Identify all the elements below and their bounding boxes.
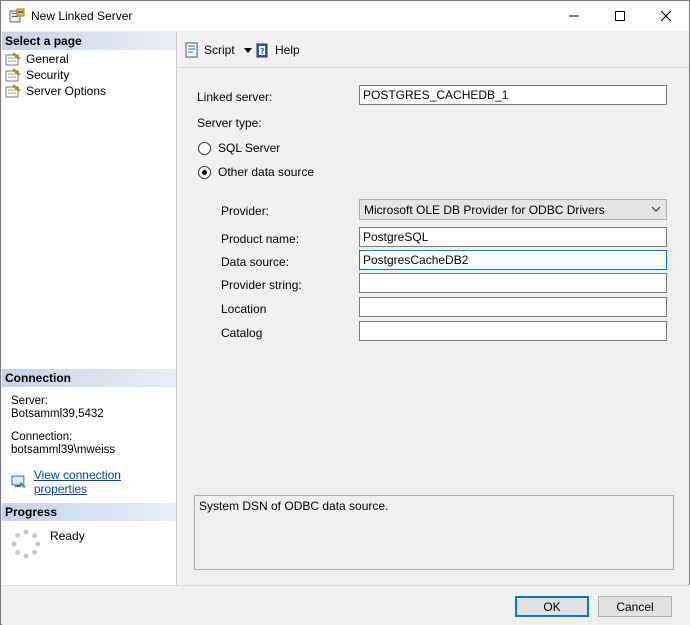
radio-circle-selected [198,165,211,179]
general-page-content: Linked server: Server type: SQL Server O… [178,69,689,585]
help-book-icon: ? [256,43,268,58]
window-title: New Linked Server [31,9,133,23]
provider-string-input[interactable] [359,273,667,293]
close-icon [661,11,671,21]
catalog-label: Catalog [221,326,263,340]
minimize-icon [569,15,579,17]
progress-status: Ready [50,529,85,543]
connection-header: Connection [2,369,176,387]
title-bar[interactable]: New Linked Server [1,1,689,31]
page-item-label: Server Options [26,84,107,98]
location-label: Location [221,302,267,316]
help-label: Help [275,43,300,57]
product-name-label: Product name: [221,232,300,246]
page-wrench-icon [5,52,21,66]
page-wrench-icon [5,68,21,82]
description-box: System DSN of ODBC data source. [194,495,674,570]
server-value: Botsamml39,5432 [11,408,104,420]
product-name-input[interactable] [359,227,667,247]
connection-properties-icon [11,475,26,488]
radio-circle [198,141,211,155]
left-panel: Select a page General Security Server Op… [2,32,177,585]
view-connection-properties[interactable]: View connection properties [11,468,176,496]
script-button[interactable]: Script [184,40,252,60]
script-icon [185,42,198,58]
page-item-general[interactable]: General [5,51,69,67]
provider-string-label: Provider string: [221,278,302,292]
page-item-label: General [26,52,69,66]
linked-server-app-icon [9,8,25,23]
other-data-source-radio-label: Other data source [218,165,315,179]
new-linked-server-window: New Linked Server Select a page General [0,0,690,625]
progress-spinner-icon [11,529,41,559]
select-page-header: Select a page [2,32,176,50]
linked-server-label: Linked server: [197,90,273,104]
cancel-button[interactable]: Cancel [598,596,672,617]
catalog-input[interactable] [359,321,667,341]
chevron-down-icon [651,206,661,212]
data-source-input[interactable] [359,250,667,270]
connection-value: botsamml39\mweiss [11,444,116,456]
help-button[interactable]: ? Help [255,40,300,60]
server-type-label: Server type: [197,116,262,130]
minimize-button[interactable] [551,1,597,31]
maximize-button[interactable] [597,1,643,31]
close-button[interactable] [643,1,689,31]
page-item-server-options[interactable]: Server Options [5,83,106,99]
page-item-label: Security [26,68,70,82]
ok-button[interactable]: OK [515,596,589,617]
location-input[interactable] [359,297,667,317]
progress-header: Progress [2,503,176,521]
other-data-source-radio[interactable]: Other data source [198,165,314,179]
svg-text:?: ? [260,47,265,56]
linked-server-input[interactable] [359,85,667,105]
dialog-button-bar: OK Cancel [2,585,690,625]
sql-server-radio[interactable]: SQL Server [198,141,280,155]
provider-select[interactable]: Microsoft OLE DB Provider for ODBC Drive… [359,199,667,220]
server-label: Server: [11,395,49,407]
script-label: Script [204,43,235,57]
data-source-label: Data source: [221,255,290,269]
view-connection-properties-link[interactable]: View connection properties [34,468,176,496]
provider-label: Provider: [221,204,270,218]
provider-selected-value: Microsoft OLE DB Provider for ODBC Drive… [364,203,605,217]
chevron-down-icon[interactable] [243,47,252,53]
connection-label: Connection: [11,431,73,443]
maximize-icon [615,11,625,21]
page-wrench-icon [5,84,21,98]
sql-server-radio-label: SQL Server [218,141,281,155]
page-item-security[interactable]: Security [5,67,69,83]
toolbar: Script ? Help [178,32,689,68]
